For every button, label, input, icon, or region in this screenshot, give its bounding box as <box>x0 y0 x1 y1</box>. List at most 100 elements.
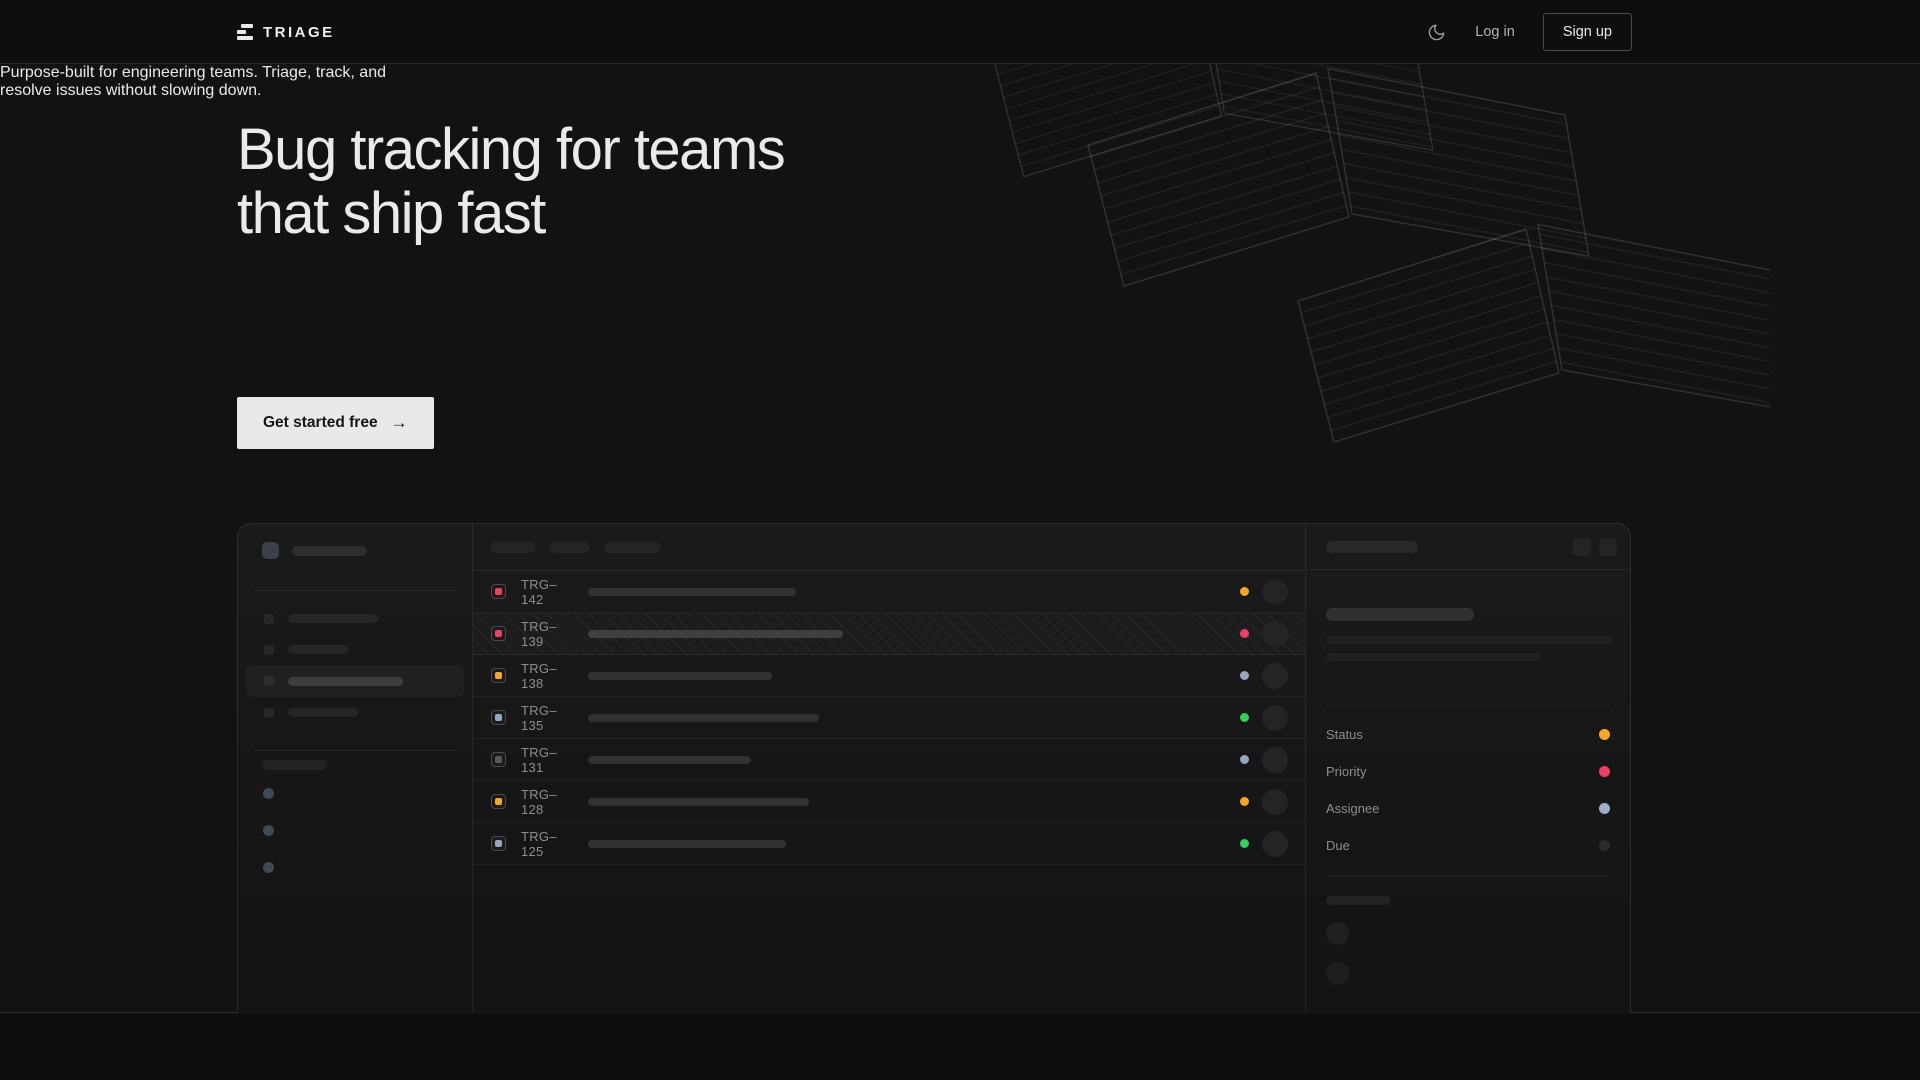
detail-header <box>1306 524 1630 570</box>
issue-type-color <box>495 756 502 763</box>
sidebar-item-icon-skeleton <box>264 708 274 718</box>
sidebar-item <box>246 665 464 697</box>
list-header-filters <box>473 524 1305 571</box>
issue-title-skeleton <box>588 714 819 722</box>
detail-action-button <box>1573 538 1591 556</box>
brand-name: TRIAGE <box>263 24 335 41</box>
status-dot <box>1240 629 1249 638</box>
status-dot <box>1240 713 1249 722</box>
assignee-avatar <box>1262 747 1288 773</box>
nav-actions: Log in Sign up <box>1425 13 1632 51</box>
status-dot <box>1240 797 1249 806</box>
issue-id: TRG–142 <box>521 577 573 607</box>
issue-title-skeleton <box>588 630 843 638</box>
issue-id: TRG–131 <box>521 745 573 775</box>
get-started-button[interactable]: Get started free → <box>237 397 434 449</box>
mockup-sidebar <box>238 524 473 1013</box>
project-dot <box>263 825 274 836</box>
detail-fields: Status Priority Assignee Due <box>1326 716 1610 864</box>
app-mockup: TRG–142 TRG–139 TRG–138 TRG–135 TRG–131 TRG–1… <box>237 523 1631 1013</box>
workspace-name-skeleton <box>292 546 367 556</box>
mockup-issue-list: TRG–142 TRG–139 TRG–138 TRG–135 TRG–131 TRG–1… <box>473 524 1306 1013</box>
signup-button[interactable]: Sign up <box>1543 13 1632 51</box>
detail-divider <box>1326 705 1610 706</box>
title-line-1: Bug tracking for teams <box>237 118 784 182</box>
detail-field-label: Priority <box>1326 764 1366 779</box>
detail-field-row: Status <box>1326 716 1610 753</box>
arrow-right-icon: → <box>391 413 408 433</box>
sidebar-item <box>238 603 472 634</box>
title-line-2: that ship fast <box>237 182 784 246</box>
theme-toggle-button[interactable] <box>1425 21 1447 43</box>
sidebar-item-icon-skeleton <box>264 676 274 686</box>
project-dot <box>263 788 274 799</box>
status-dot <box>1240 755 1249 764</box>
issue-row: TRG–138 <box>473 655 1305 697</box>
nav-inner: TRIAGE Log in Sign up <box>237 0 1632 64</box>
issue-rows: TRG–142 TRG–139 TRG–138 TRG–135 TRG–131 TRG–1… <box>473 571 1305 865</box>
issue-row-meta <box>1240 663 1288 689</box>
detail-field-label: Due <box>1326 838 1350 853</box>
workspace-avatar <box>262 542 279 559</box>
issue-row: TRG–128 <box>473 781 1305 823</box>
brand-logo[interactable]: TRIAGE <box>237 24 335 41</box>
cta-label: Get started free <box>263 414 378 432</box>
triage-bars-icon <box>237 24 253 40</box>
sidebar-divider <box>254 750 456 751</box>
issue-row: TRG–125 <box>473 823 1305 865</box>
assignee-avatar <box>1262 621 1288 647</box>
subtitle-line-2: resolve issues without slowing down. <box>0 82 1920 100</box>
login-link[interactable]: Log in <box>1475 24 1515 40</box>
detail-text-skeleton <box>1326 636 1611 644</box>
issue-title-skeleton <box>588 756 751 764</box>
issue-type-icon <box>491 668 506 683</box>
issue-title-skeleton <box>588 840 786 848</box>
assignee-avatar <box>1262 705 1288 731</box>
hero-section: Bug tracking for teams that ship fast Pu… <box>0 64 1920 1013</box>
detail-text-skeleton <box>1326 653 1541 661</box>
sidebar-item-icon-skeleton <box>264 614 274 624</box>
detail-field-row: Due <box>1326 827 1610 864</box>
filter-pill-skeleton <box>550 542 590 553</box>
issue-row-meta <box>1240 621 1288 647</box>
subtitle-line-1: Purpose-built for engineering teams. Tri… <box>0 64 1920 82</box>
issue-row: TRG–142 <box>473 571 1305 613</box>
issue-id: TRG–128 <box>521 787 573 817</box>
mockup-detail-panel: Status Priority Assignee Due <box>1306 524 1630 1013</box>
detail-breadcrumb-skeleton <box>1326 541 1418 553</box>
comment-avatar <box>1326 922 1349 945</box>
detail-field-label: Assignee <box>1326 801 1379 816</box>
status-dot <box>1240 839 1249 848</box>
comments-label-skeleton <box>1326 896 1391 905</box>
issue-row: TRG–135 <box>473 697 1305 739</box>
assignee-avatar <box>1262 663 1288 689</box>
detail-action-button <box>1599 538 1617 556</box>
wireframe-slabs-graphic <box>980 64 1770 494</box>
detail-field-row: Assignee <box>1326 790 1610 827</box>
issue-title-skeleton <box>588 798 809 806</box>
issue-row-meta <box>1240 747 1288 773</box>
detail-field-row: Priority <box>1326 753 1610 790</box>
issue-type-icon <box>491 584 506 599</box>
sidebar-section-label-skeleton <box>262 760 327 770</box>
issue-type-color <box>495 714 502 721</box>
issue-row-meta <box>1240 789 1288 815</box>
issue-type-icon <box>491 836 506 851</box>
sidebar-item-label-skeleton <box>288 614 378 623</box>
detail-field-value-dot <box>1599 803 1610 814</box>
workspace-row <box>238 524 472 559</box>
detail-divider <box>1326 875 1610 876</box>
issue-title-skeleton <box>588 672 772 680</box>
sidebar-nav-items <box>238 603 472 728</box>
sidebar-item-label-skeleton <box>288 708 358 717</box>
issue-type-icon <box>491 626 506 641</box>
issue-row: TRG–139 <box>473 613 1305 655</box>
detail-header-buttons <box>1573 538 1617 556</box>
filter-pill-skeleton <box>604 542 661 553</box>
issue-id: TRG–138 <box>521 661 573 691</box>
issue-row-meta <box>1240 705 1288 731</box>
sidebar-item <box>238 634 472 665</box>
detail-field-label: Status <box>1326 727 1363 742</box>
issue-type-icon <box>491 710 506 725</box>
issue-id: TRG–125 <box>521 829 573 859</box>
